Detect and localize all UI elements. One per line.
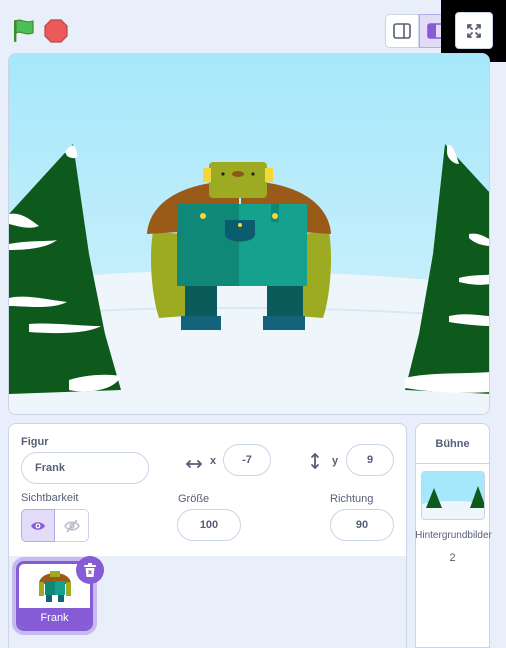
x-label: x [210,455,217,467]
backdrop-thumbnail[interactable] [421,471,485,520]
x-input[interactable]: -7 [223,444,271,476]
sprite-name-field[interactable]: Frank [21,452,149,484]
stage-header [0,0,506,58]
fullscreen-button[interactable] [455,12,493,49]
size-label: Größe [178,493,210,505]
visibility-label: Sichtbarkeit [21,492,79,504]
delete-sprite-button[interactable] [76,556,104,584]
horizontal-arrows-icon [186,460,202,468]
direction-input[interactable]: 90 [330,509,394,541]
small-stage-icon [393,23,411,39]
visibility-toggle [21,509,89,542]
size-input[interactable]: 100 [177,509,241,541]
small-stage-button[interactable] [385,14,419,48]
trash-icon [84,562,96,577]
eye-icon [31,521,45,530]
sprite-label: Figur [21,436,49,448]
stop-icon[interactable] [44,19,68,43]
y-input[interactable]: 9 [346,444,394,476]
fullscreen-icon [467,23,481,38]
show-button[interactable] [21,509,55,542]
stage-selector-panel[interactable]: Bühne Hintergrundbilder 2 [415,423,492,648]
vertical-arrows-icon [311,453,319,469]
stage-title: Bühne [416,424,489,464]
sprite-info-panel: Figur Frank x -7 y 9 Sichtbarkeit Größe … [8,423,407,557]
sprite-tile-name: Frank [19,608,90,628]
y-label: y [332,455,339,467]
direction-label: Richtung [330,493,374,505]
frank-thumbnail [39,571,71,602]
sprite-list: Frank [8,556,407,648]
stage-canvas[interactable] [8,53,490,415]
hide-button[interactable] [55,509,89,542]
backdrops-label: Hintergrundbilder [415,530,492,541]
eye-hidden-icon [63,519,80,532]
backdrops-count: 2 [449,552,456,564]
green-flag-icon[interactable] [12,18,36,44]
